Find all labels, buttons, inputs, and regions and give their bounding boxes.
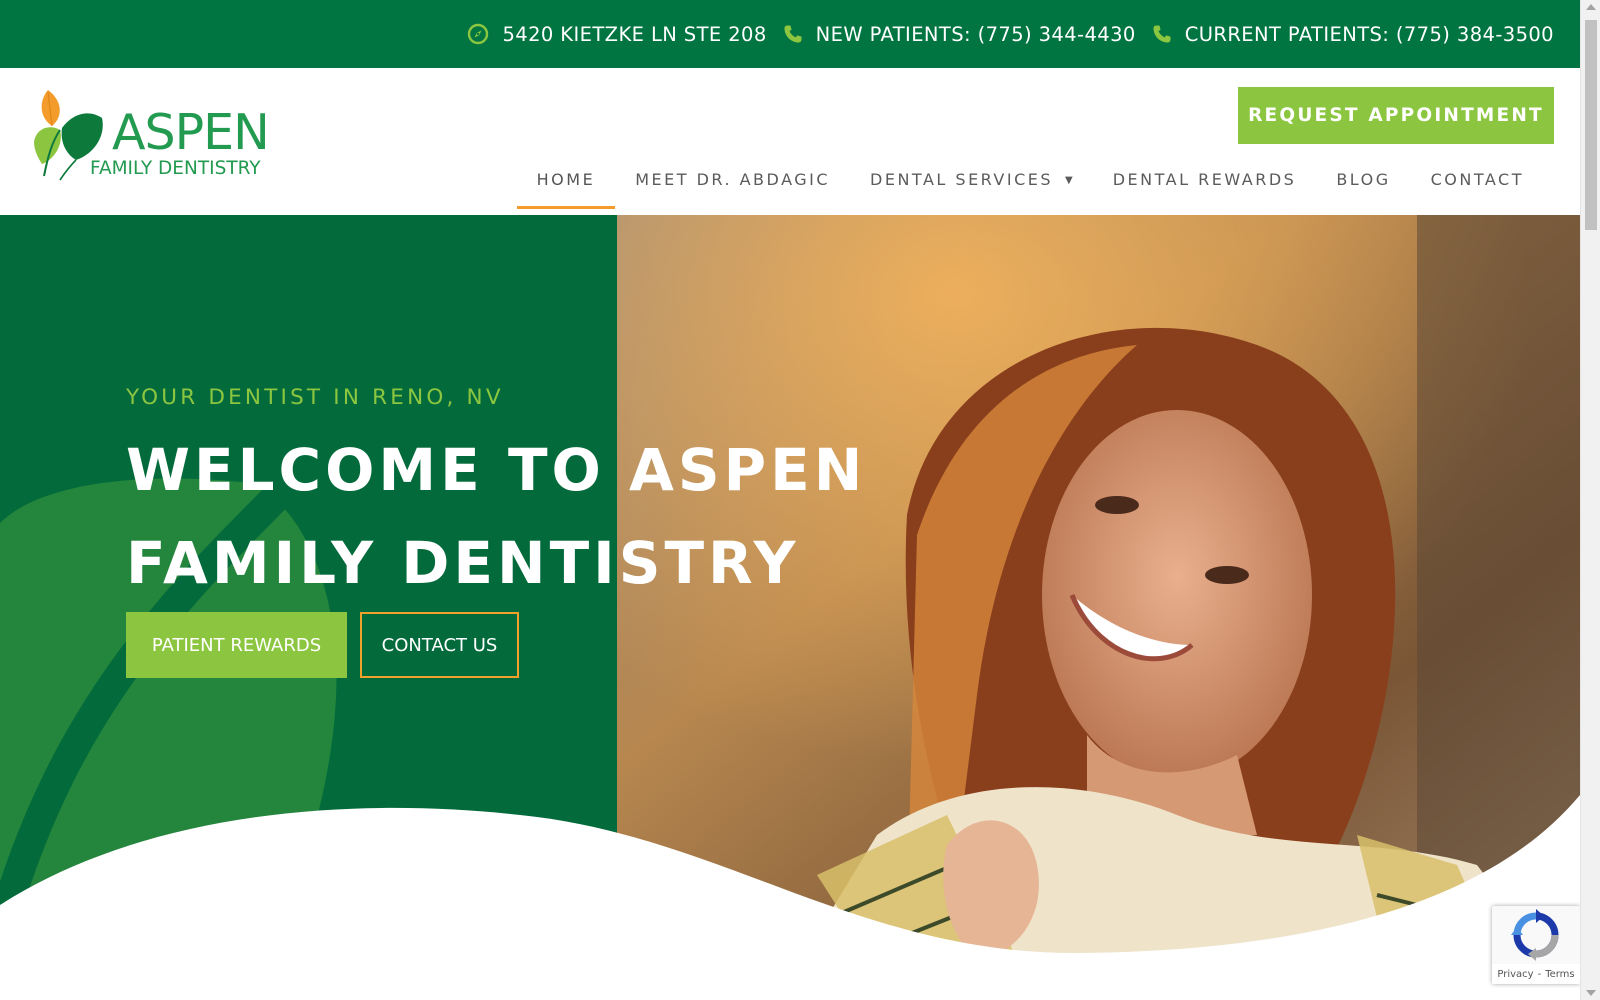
main-nav: HOME MEET DR. ABDAGIC DENTAL SERVICES ▼ D… <box>516 162 1544 209</box>
page-scrollbar[interactable] <box>1580 0 1600 1000</box>
nav-item-label: BLOG <box>1336 170 1391 189</box>
request-appointment-button[interactable]: REQUEST APPOINTMENT <box>1238 87 1554 144</box>
hero-text-block: YOUR DENTIST IN RENO, NV WELCOME TO ASPE… <box>126 385 866 610</box>
top-contact-bar: 5420 KIETZKE LN STE 208 NEW PATIENTS: (7… <box>0 0 1580 68</box>
nav-item-label: HOME <box>536 170 596 189</box>
hero-headline-line2: FAMILY DENTISTRY <box>126 529 800 597</box>
new-patients-item[interactable]: NEW PATIENTS: (775) 344-4430 <box>783 23 1136 46</box>
hero-kicker: YOUR DENTIST IN RENO, NV <box>126 385 504 410</box>
site-header: ASPEN FAMILY DENTISTRY REQUEST APPOINTME… <box>0 68 1580 215</box>
nav-item-label: MEET DR. ABDAGIC <box>635 170 831 189</box>
nav-item-label: DENTAL REWARDS <box>1112 170 1297 189</box>
logo-subtitle: FAMILY DENTISTRY <box>90 158 261 179</box>
recaptcha-logo-icon <box>1511 909 1559 961</box>
nav-item-meet-dr[interactable]: MEET DR. ABDAGIC <box>615 162 850 198</box>
terms-link[interactable]: Terms <box>1545 969 1574 980</box>
hero-section: YOUR DENTIST IN RENO, NV WELCOME TO ASPE… <box>0 215 1580 1000</box>
new-patients-phone-link[interactable]: NEW PATIENTS: (775) 344-4430 <box>816 23 1136 46</box>
phone-icon <box>1153 25 1171 43</box>
current-patients-item[interactable]: CURRENT PATIENTS: (775) 384-3500 <box>1152 23 1554 46</box>
hero-cta-row: PATIENT REWARDS CONTACT US <box>126 612 519 678</box>
nav-item-contact[interactable]: CONTACT <box>1411 162 1544 198</box>
phone-icon <box>784 25 802 43</box>
nav-item-dental-rewards[interactable]: DENTAL REWARDS <box>1093 162 1317 198</box>
caret-down-icon: ▼ <box>1065 174 1073 186</box>
nav-item-label: DENTAL SERVICES <box>870 170 1054 189</box>
hero-headline-line1: WELCOME TO ASPEN <box>126 436 867 504</box>
current-patients-phone-link[interactable]: CURRENT PATIENTS: (775) 384-3500 <box>1185 23 1554 46</box>
contact-us-button[interactable]: CONTACT US <box>360 612 519 678</box>
scroll-down-arrow-icon[interactable] <box>1586 990 1596 996</box>
nav-item-blog[interactable]: BLOG <box>1316 162 1410 198</box>
compass-icon <box>468 23 489 45</box>
recaptcha-links: Privacy - Terms <box>1492 964 1580 984</box>
address-link[interactable]: 5420 KIETZKE LN STE 208 <box>502 23 766 46</box>
nav-item-home[interactable]: HOME <box>516 162 616 209</box>
separator-text: - <box>1537 968 1542 980</box>
scroll-up-arrow-icon[interactable] <box>1586 4 1596 10</box>
address-item[interactable]: 5420 KIETZKE LN STE 208 <box>467 23 766 46</box>
scrollbar-thumb[interactable] <box>1585 20 1597 230</box>
logo-wordmark: ASPEN <box>112 104 270 161</box>
patient-rewards-button[interactable]: PATIENT REWARDS <box>126 612 347 678</box>
top-contact-items: 5420 KIETZKE LN STE 208 NEW PATIENTS: (7… <box>451 0 1554 68</box>
hero-headline: WELCOME TO ASPEN FAMILY DENTISTRY <box>126 424 866 610</box>
nav-item-dental-services[interactable]: DENTAL SERVICES ▼ <box>850 162 1093 198</box>
aspen-logo[interactable]: ASPEN FAMILY DENTISTRY <box>30 88 280 188</box>
nav-item-label: CONTACT <box>1430 170 1524 189</box>
privacy-link[interactable]: Privacy <box>1497 969 1533 980</box>
recaptcha-badge[interactable]: Privacy - Terms <box>1492 906 1580 984</box>
